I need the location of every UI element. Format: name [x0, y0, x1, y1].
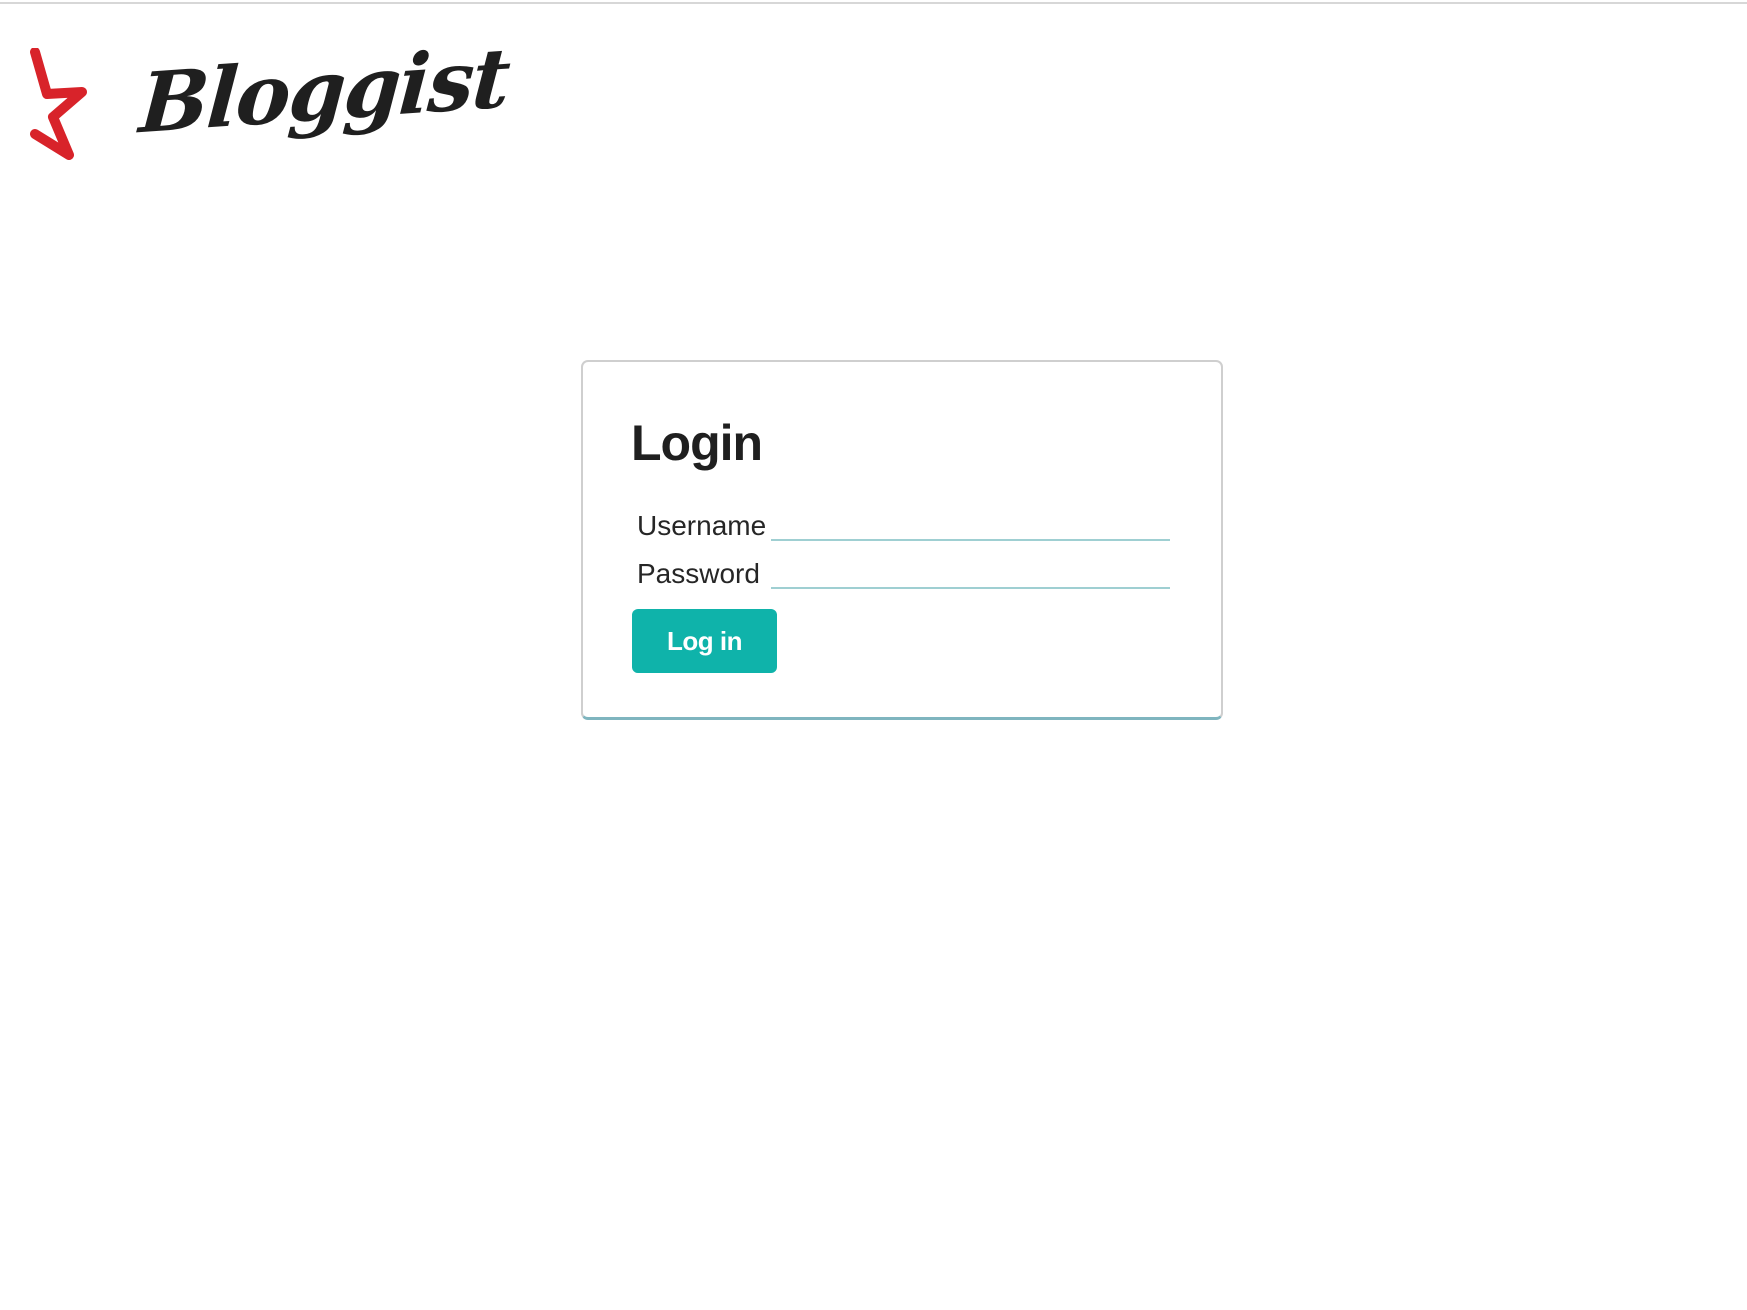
login-button[interactable]: Log in: [632, 609, 777, 673]
top-divider: [0, 2, 1747, 4]
username-label: Username: [637, 510, 767, 541]
login-form: Login Username Password Log in: [581, 360, 1223, 720]
login-title: Login: [631, 415, 763, 471]
star-logo-icon: [30, 48, 87, 160]
brand-logo[interactable]: Bloggist: [30, 30, 511, 164]
password-input[interactable]: [771, 555, 1170, 589]
username-row: Username: [637, 502, 1172, 550]
password-row: Password: [637, 550, 1172, 598]
username-input[interactable]: [771, 507, 1170, 541]
password-label: Password: [637, 558, 760, 589]
brand-name: Bloggist: [136, 29, 512, 153]
